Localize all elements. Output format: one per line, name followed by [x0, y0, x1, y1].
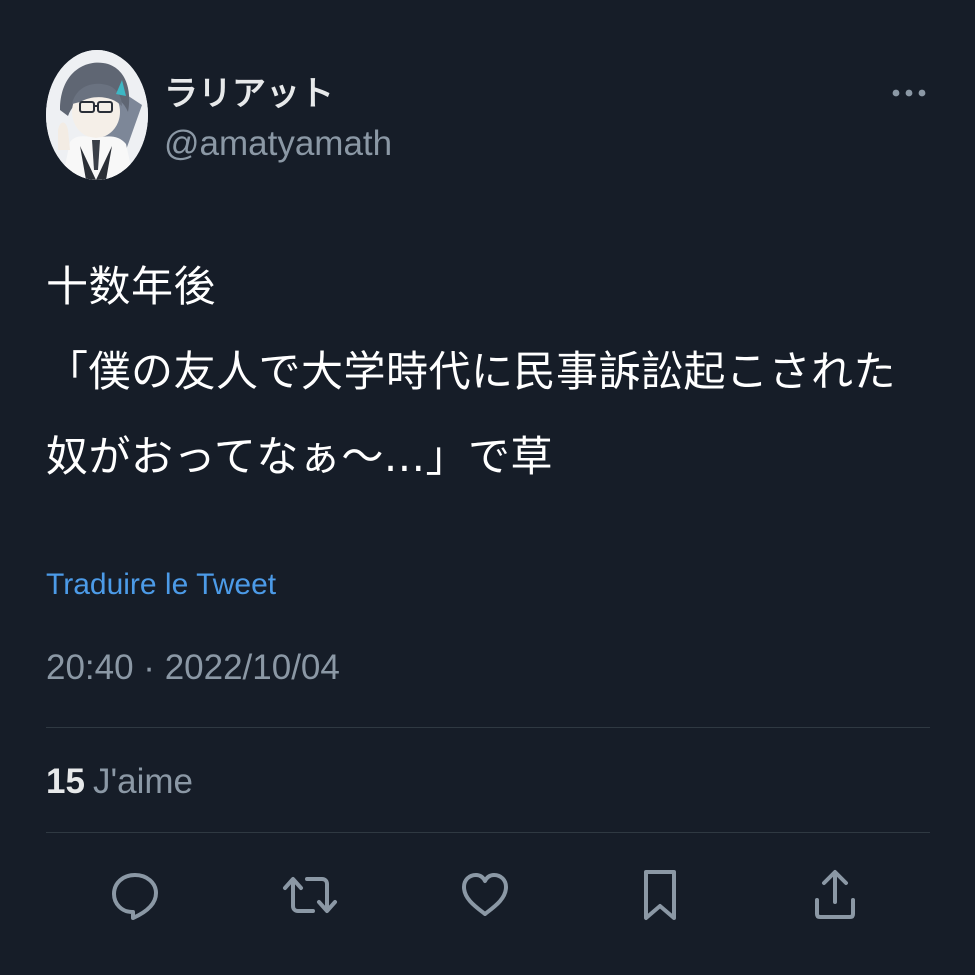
user-handle[interactable]: @amatyamath [164, 122, 392, 166]
bookmark-button[interactable] [631, 866, 689, 924]
like-button[interactable] [456, 866, 514, 924]
retweet-icon [283, 877, 337, 913]
more-options-button[interactable] [886, 78, 934, 108]
tweet-text-line: 奴がおってなぁ〜...」で草 [46, 432, 553, 481]
tweet-timestamp[interactable]: 20:40 · 2022/10/04 [46, 646, 340, 690]
divider [46, 832, 930, 833]
reply-icon [112, 873, 158, 920]
display-name[interactable]: ラリアット [164, 72, 334, 116]
likes-count: 15 [46, 762, 85, 801]
share-button[interactable] [806, 866, 864, 924]
divider [46, 727, 930, 728]
avatar-image [46, 50, 148, 180]
tweet-text-line: 十数年後 [46, 262, 217, 311]
translate-tweet-link[interactable]: Traduire le Tweet [46, 566, 276, 604]
retweet-button[interactable] [281, 866, 339, 924]
share-icon [815, 870, 855, 919]
reply-button[interactable] [106, 866, 164, 924]
avatar[interactable] [46, 50, 148, 180]
bookmark-icon [644, 870, 676, 920]
tweet-text: 十数年後 「僕の友人で大学時代に民事訴訟起こされた 奴がおってなぁ〜...」で草 [46, 244, 946, 499]
like-icon [462, 873, 508, 916]
tweet-detail-page: ラリアット @amatyamath 十数年後 「僕の友人で大学時代に民事訴訟起こ… [0, 0, 975, 975]
likes-label: J'aime [92, 762, 193, 801]
tweet-text-line: 「僕の友人で大学時代に民事訴訟起こされた [46, 347, 897, 396]
likes-stat[interactable]: 15 J'aime [46, 760, 193, 804]
more-icon [892, 89, 926, 97]
